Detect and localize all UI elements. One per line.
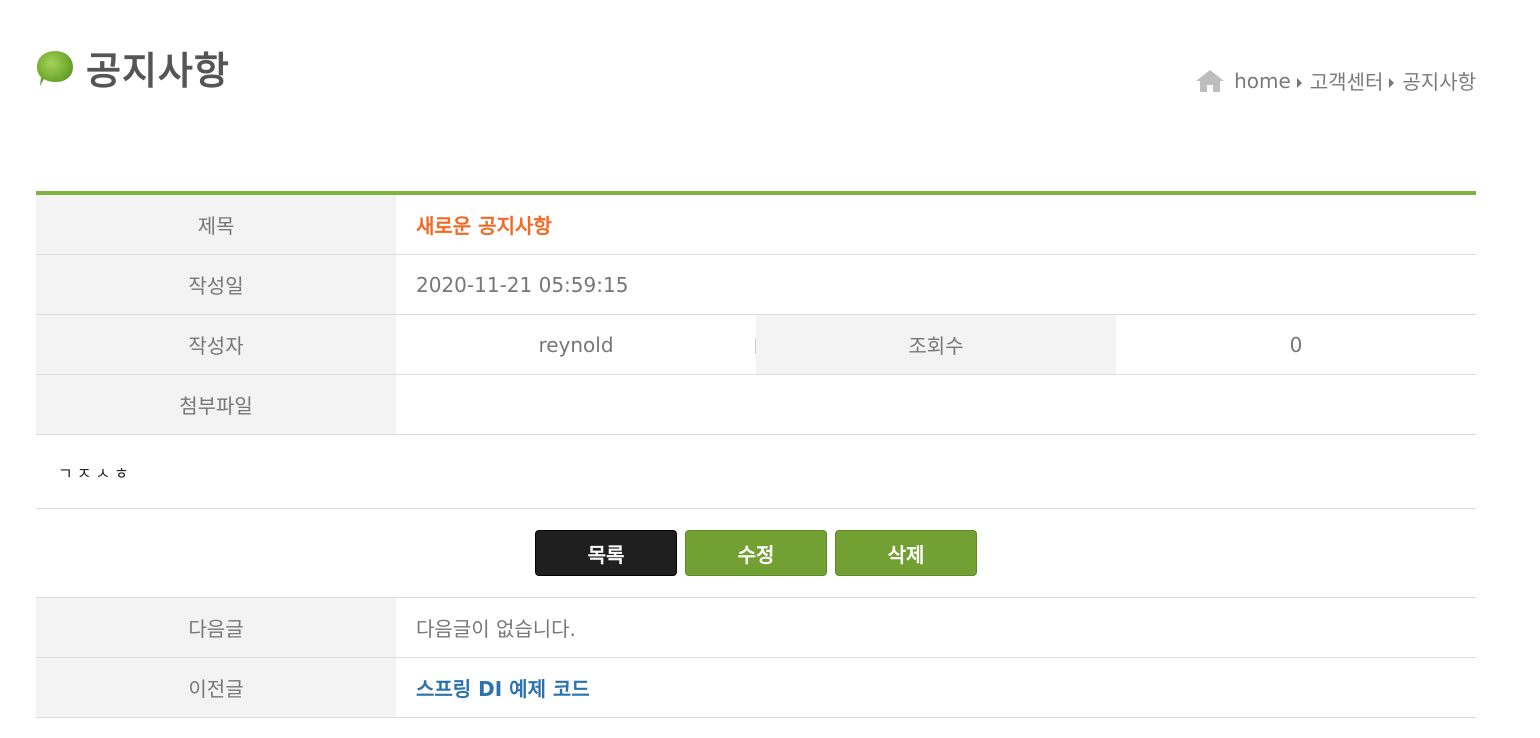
subject-value: 새로운 공지사항 [416, 214, 552, 238]
action-buttons: 목록 수정 삭제 [36, 509, 1476, 598]
writer-value: reynold [396, 315, 756, 374]
edit-button[interactable]: 수정 [685, 530, 827, 576]
prev-post-link[interactable]: 스프링 DI 예제 코드 [416, 673, 590, 702]
views-value: 0 [1289, 332, 1303, 357]
date-value: 2020-11-21 05:59:15 [416, 272, 629, 297]
subject-label: 제목 [36, 195, 396, 254]
views-label: 조회수 [756, 315, 1116, 374]
notice-detail-table: 제목 새로운 공지사항 작성일 2020-11-21 05:59:15 작성자 … [36, 191, 1476, 718]
home-icon[interactable] [1194, 68, 1226, 94]
date-row: 작성일 2020-11-21 05:59:15 [36, 255, 1476, 315]
subject-cell: 새로운 공지사항 [396, 195, 1476, 254]
list-button[interactable]: 목록 [535, 530, 677, 576]
prev-post-row: 이전글 스프링 DI 예제 코드 [36, 658, 1476, 718]
breadcrumb-home[interactable]: home [1234, 69, 1291, 93]
prev-post-label: 이전글 [36, 658, 396, 717]
breadcrumb-customer-center[interactable]: 고객센터 [1310, 66, 1384, 95]
delete-button[interactable]: 삭제 [835, 530, 977, 576]
speech-bubble-icon [36, 49, 74, 87]
next-post-row: 다음글 다음글이 없습니다. [36, 598, 1476, 658]
chevron-right-icon [1296, 77, 1302, 88]
page-title: 공지사항 [86, 49, 230, 93]
page-heading: 공지사항 [36, 40, 230, 95]
breadcrumb-notice[interactable]: 공지사항 [1402, 66, 1476, 95]
notice-detail-page: 공지사항 home 고객센터 공지사항 제목 새로운 공지사항 작성일 2020… [0, 0, 1540, 738]
next-post-label: 다음글 [36, 598, 396, 657]
notice-content: ㄱㅈㅅㅎ [36, 435, 1476, 509]
writer-row: 작성자 reynold 조회수 0 [36, 315, 1476, 375]
subject-row: 제목 새로운 공지사항 [36, 195, 1476, 255]
next-post-cell: 다음글이 없습니다. [396, 598, 1476, 657]
chevron-right-icon [1389, 77, 1395, 88]
attachment-value[interactable] [396, 375, 1476, 434]
attachment-row: 첨부파일 [36, 375, 1476, 435]
writer-label: 작성자 [36, 315, 396, 374]
breadcrumb: home 고객센터 공지사항 [1194, 66, 1476, 95]
next-post-value: 다음글이 없습니다. [416, 617, 576, 641]
date-label: 작성일 [36, 255, 396, 314]
prev-post-cell: 스프링 DI 예제 코드 [396, 658, 1476, 717]
attachment-label: 첨부파일 [36, 375, 396, 434]
